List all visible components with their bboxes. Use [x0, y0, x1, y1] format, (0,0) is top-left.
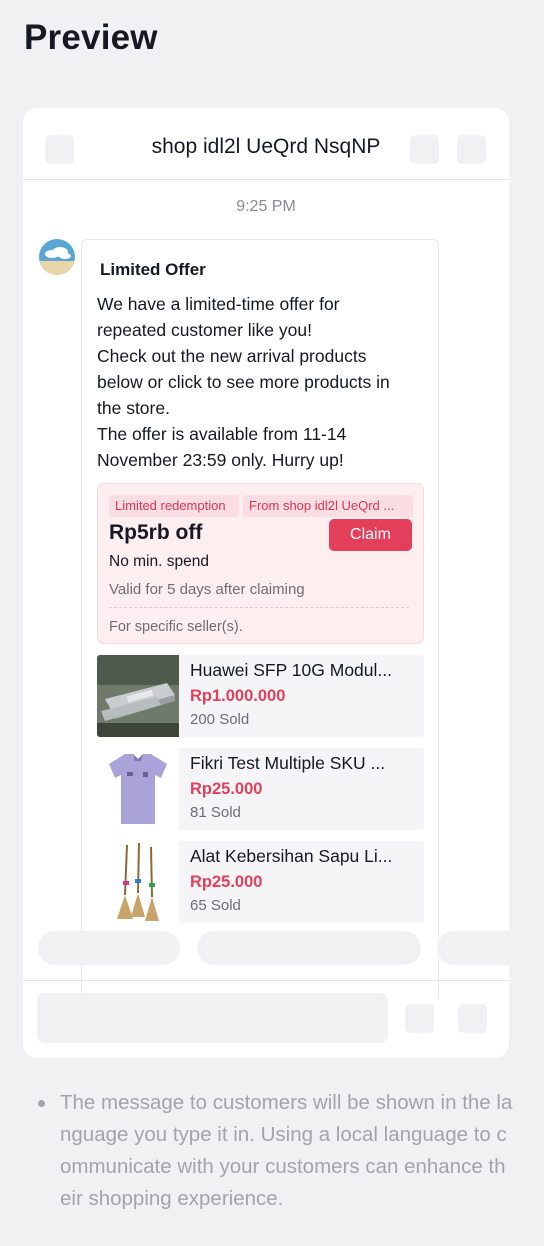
product-price: Rp25.000: [190, 873, 263, 891]
redemption-tag: Limited redemption: [109, 495, 239, 517]
shop-tag: From shop idl2l UeQrd ...: [243, 495, 413, 517]
page-title: Preview: [24, 18, 158, 57]
product-card[interactable]: Alat Kebersihan Sapu Li... Rp25.000 65 S…: [97, 841, 424, 923]
attach-icon[interactable]: [458, 1004, 487, 1033]
message-line: Check out the new arrival products: [97, 346, 367, 366]
quick-reply-chip[interactable]: [38, 931, 180, 965]
more-icon[interactable]: [457, 135, 486, 164]
product-image: [97, 841, 179, 923]
composer-divider: [23, 980, 509, 981]
product-image: [97, 655, 179, 737]
voucher-amount: Rp5rb off: [109, 521, 203, 544]
header-action-icon[interactable]: [410, 135, 439, 164]
voucher-scope: For specific seller(s).: [109, 619, 243, 635]
min-spend: No min. spend: [109, 553, 209, 570]
message-bubble: Limited Offer We have a limited-time off…: [81, 239, 439, 999]
message-line: the store.: [97, 398, 170, 418]
info-note-text: The message to customers will be shown i…: [60, 1091, 513, 1210]
chat-preview-panel: shop idl2l UeQrd NsqNP 9:25 PM Limited O…: [23, 108, 509, 1058]
quick-reply-chip[interactable]: [437, 931, 509, 965]
back-icon[interactable]: [45, 135, 74, 164]
voucher-divider: [109, 607, 409, 608]
message-timestamp: 9:25 PM: [236, 198, 296, 215]
message-body: We have a limited-time offer for repeate…: [97, 291, 427, 473]
message-line: below or click to see more products in: [97, 372, 390, 392]
product-price: Rp1.000.000: [190, 687, 286, 705]
product-price: Rp25.000: [190, 780, 263, 798]
product-name: Fikri Test Multiple SKU ...: [190, 753, 386, 773]
claim-button[interactable]: Claim: [329, 519, 412, 551]
product-name: Huawei SFP 10G Modul...: [190, 660, 392, 680]
product-sold: 200 Sold: [190, 711, 250, 728]
quick-reply-chip[interactable]: [197, 931, 421, 965]
message-line: repeated customer like you!: [97, 320, 312, 340]
shop-name: shop idl2l UeQrd NsqNP: [151, 135, 381, 158]
product-sold: 65 Sold: [190, 897, 241, 914]
shop-avatar: [39, 239, 75, 275]
bullet-icon: [38, 1100, 45, 1107]
voucher-card: Limited redemption From shop idl2l UeQrd…: [97, 483, 424, 644]
info-note: The message to customers will be shown i…: [36, 1087, 516, 1215]
product-image: [97, 748, 179, 830]
product-card[interactable]: Fikri Test Multiple SKU ... Rp25.000 81 …: [97, 748, 424, 830]
voucher-validity: Valid for 5 days after claiming: [109, 581, 305, 598]
message-input[interactable]: [37, 993, 388, 1043]
message-line: The offer is available from 11-14: [97, 424, 347, 444]
emoji-icon[interactable]: [405, 1004, 434, 1033]
chat-header: shop idl2l UeQrd NsqNP: [23, 108, 509, 180]
product-name: Alat Kebersihan Sapu Li...: [190, 846, 393, 866]
product-card[interactable]: Huawei SFP 10G Modul... Rp1.000.000 200 …: [97, 655, 424, 737]
product-sold: 81 Sold: [190, 804, 241, 821]
message-title: Limited Offer: [100, 260, 206, 279]
message-line: We have a limited-time offer for: [97, 294, 340, 314]
message-line: November 23:59 only. Hurry up!: [97, 450, 344, 470]
